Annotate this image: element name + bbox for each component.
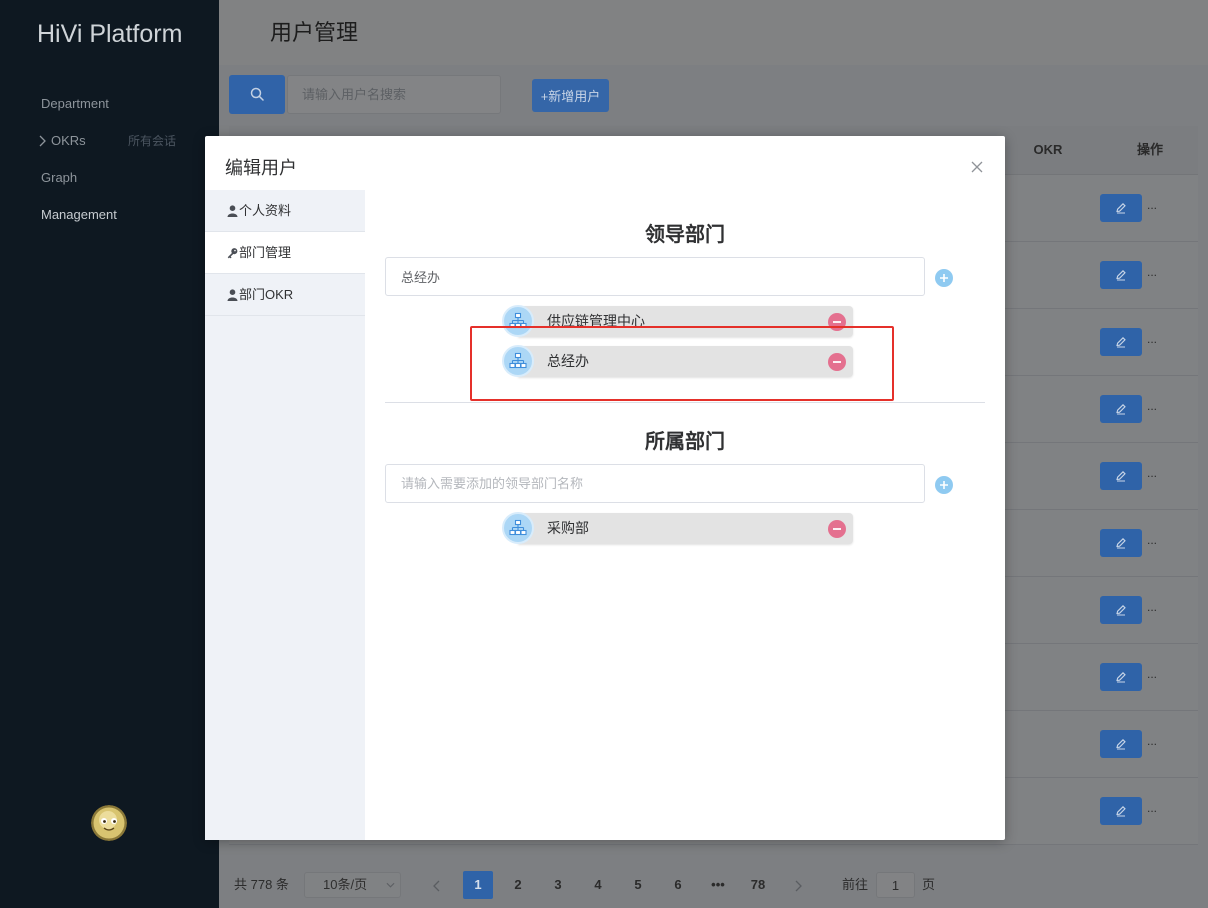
tab-profile[interactable]: 个人资料 bbox=[205, 190, 365, 232]
tab-department-okr[interactable]: 部门OKR bbox=[205, 274, 365, 316]
org-chart-icon bbox=[502, 512, 534, 544]
department-name: 采购部 bbox=[547, 520, 589, 536]
lead-departments-title: 领导部门 bbox=[645, 224, 725, 246]
tab-label: 部门管理 bbox=[239, 245, 292, 260]
lead-department-input[interactable] bbox=[385, 257, 925, 296]
plus-circle-icon bbox=[940, 274, 948, 282]
dialog-title: 编辑用户 bbox=[225, 158, 297, 178]
tab-label: 个人资料 bbox=[239, 203, 292, 218]
add-lead-department-button[interactable] bbox=[935, 269, 953, 287]
member-departments-title: 所属部门 bbox=[645, 431, 725, 453]
annotation-highlight-box bbox=[470, 326, 894, 401]
tab-department-management[interactable]: 部门管理 bbox=[205, 232, 365, 274]
add-member-department-button[interactable] bbox=[935, 476, 953, 494]
plus-circle-icon bbox=[940, 481, 948, 489]
section-divider bbox=[385, 402, 985, 403]
user-icon bbox=[227, 289, 238, 301]
close-icon[interactable] bbox=[971, 161, 983, 173]
member-department-item: 采购部 bbox=[502, 512, 853, 544]
remove-department-button[interactable] bbox=[828, 520, 846, 538]
user-icon bbox=[227, 205, 238, 217]
key-icon bbox=[227, 247, 238, 259]
tab-label: 部门OKR bbox=[239, 287, 294, 302]
minus-circle-icon bbox=[833, 528, 841, 530]
edit-user-dialog: 编辑用户 个人资料 部门管理 部门OKR 领导部门 总经办 供应链管理中心 总经… bbox=[205, 136, 1005, 840]
member-department-input[interactable] bbox=[385, 464, 925, 503]
dialog-tab-panel: 个人资料 部门管理 部门OKR bbox=[205, 190, 365, 840]
